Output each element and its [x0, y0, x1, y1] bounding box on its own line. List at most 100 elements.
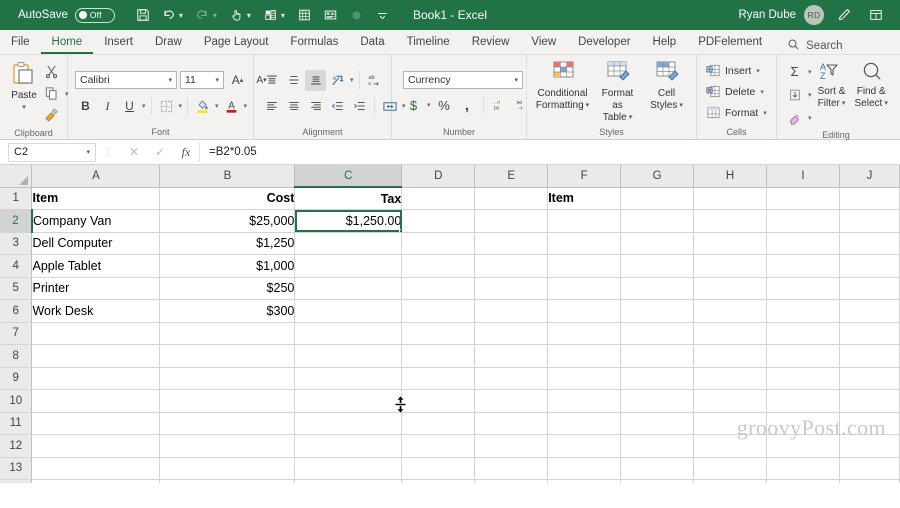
align-left-icon[interactable]	[261, 96, 282, 117]
sort-filter-button[interactable]: A Z Sort & Filter ▾	[814, 60, 850, 111]
row-header-8[interactable]: 8	[0, 344, 33, 368]
formula-input[interactable]: =B2*0.05	[199, 142, 898, 162]
cell-j2[interactable]	[839, 209, 900, 233]
cell-c2[interactable]: $1,250.00	[294, 209, 403, 233]
increase-indent-icon[interactable]	[349, 96, 370, 117]
cell-f10[interactable]	[547, 389, 622, 413]
tab-home[interactable]: Home	[40, 31, 94, 54]
cell-c6[interactable]	[294, 299, 403, 323]
enter-icon[interactable]: ✓	[147, 142, 173, 162]
cell-a7[interactable]	[31, 322, 161, 345]
cell-e8[interactable]	[474, 344, 549, 368]
comma-style-icon[interactable]: ,	[457, 95, 478, 116]
undo-dropdown-icon[interactable]: ▾	[179, 11, 189, 20]
cell-d5[interactable]	[401, 277, 476, 300]
cell-a8[interactable]	[31, 344, 161, 368]
increase-font-size-icon[interactable]: A ▴	[227, 70, 248, 91]
search-box[interactable]: Search	[787, 38, 843, 54]
tab-help[interactable]: Help	[642, 31, 688, 54]
cell-a5[interactable]: Printer	[31, 277, 161, 300]
cell-j10[interactable]	[839, 389, 900, 413]
cell-c9[interactable]	[294, 367, 403, 390]
cell-j14[interactable]	[839, 479, 900, 483]
increase-decimal-icon[interactable]: ←0.00	[489, 95, 510, 116]
format-painter-icon[interactable]	[41, 105, 62, 126]
tab-view[interactable]: View	[520, 31, 567, 54]
pen-icon[interactable]	[832, 3, 856, 27]
row-header-6[interactable]: 6	[0, 299, 33, 323]
cell-b7[interactable]	[159, 322, 296, 345]
cell-d11[interactable]	[401, 412, 476, 435]
cell-h7[interactable]	[693, 322, 768, 345]
cell-g5[interactable]	[620, 277, 695, 300]
cell-h14[interactable]	[693, 479, 768, 483]
font-color-dropdown-icon[interactable]: ▾	[243, 102, 249, 110]
cell-f12[interactable]	[547, 434, 622, 458]
tab-timeline[interactable]: Timeline	[396, 31, 461, 54]
tab-draw[interactable]: Draw	[144, 31, 193, 54]
decrease-indent-icon[interactable]	[327, 96, 348, 117]
cell-e13[interactable]	[474, 457, 549, 480]
cell-h6[interactable]	[693, 299, 768, 323]
orientation-icon[interactable]: a	[327, 70, 348, 91]
table-icon[interactable]	[293, 3, 317, 27]
cell-a2[interactable]: Company Van	[31, 209, 161, 233]
percent-style-icon[interactable]: %	[434, 95, 455, 116]
top-align-icon[interactable]	[261, 70, 282, 91]
row-header-13[interactable]: 13	[0, 457, 33, 480]
cell-f1[interactable]: Item	[547, 187, 622, 210]
cell-c14[interactable]	[294, 479, 403, 483]
clear-icon[interactable]	[784, 107, 805, 128]
form-icon[interactable]	[319, 3, 343, 27]
cancel-icon[interactable]: ✕	[121, 142, 147, 162]
cell-j9[interactable]	[839, 367, 900, 390]
cell-a4[interactable]: Apple Tablet	[31, 254, 161, 278]
number-format-combo[interactable]: Currency ▾	[403, 70, 523, 89]
cell-g11[interactable]	[620, 412, 695, 435]
cell-i13[interactable]	[766, 457, 840, 480]
cell-f9[interactable]	[547, 367, 622, 390]
insert-dropdown-icon[interactable]: ▾	[755, 67, 761, 75]
row-header-3[interactable]: 3	[0, 232, 33, 255]
cell-i9[interactable]	[766, 367, 840, 390]
cell-i5[interactable]	[766, 277, 840, 300]
row-header-7[interactable]: 7	[0, 322, 33, 345]
cell-e11[interactable]	[474, 412, 549, 435]
cell-e1[interactable]	[474, 187, 549, 210]
cell-i2[interactable]	[766, 209, 840, 233]
row-header-2[interactable]: 2	[0, 209, 33, 233]
underline-icon[interactable]: U	[119, 96, 140, 117]
column-header-f[interactable]: F	[547, 165, 622, 188]
cell-c5[interactable]	[294, 277, 403, 300]
cell-i7[interactable]	[766, 322, 840, 345]
cell-c4[interactable]	[294, 254, 403, 278]
copy-icon[interactable]	[41, 83, 62, 104]
cell-b11[interactable]	[159, 412, 296, 435]
cell-g12[interactable]	[620, 434, 695, 458]
cell-h11[interactable]	[693, 412, 768, 435]
underline-dropdown-icon[interactable]: ▾	[141, 102, 147, 110]
column-header-c[interactable]: C	[294, 165, 403, 188]
paste-button[interactable]: Paste ▾	[7, 60, 41, 115]
cell-i6[interactable]	[766, 299, 840, 323]
cell-c1[interactable]: Tax	[294, 187, 403, 210]
touch-mode-icon[interactable]	[225, 3, 249, 27]
cell-b1[interactable]: Cost	[159, 187, 296, 210]
touch-mode-dropdown-icon[interactable]: ▾	[247, 11, 257, 20]
cell-f5[interactable]	[547, 277, 622, 300]
row-header-11[interactable]: 11	[0, 412, 33, 435]
cell-a9[interactable]	[31, 367, 161, 390]
cell-h5[interactable]	[693, 277, 768, 300]
cell-f7[interactable]	[547, 322, 622, 345]
cell-f11[interactable]	[547, 412, 622, 435]
cell-i1[interactable]	[766, 187, 840, 210]
cell-f2[interactable]	[547, 209, 622, 233]
clear-dropdown-icon[interactable]: ▾	[807, 114, 813, 122]
cell-j11[interactable]	[839, 412, 900, 435]
cell-h3[interactable]	[693, 232, 768, 255]
fill-color-icon[interactable]	[192, 96, 213, 117]
borders-icon[interactable]	[156, 96, 177, 117]
cell-j5[interactable]	[839, 277, 900, 300]
autosum-icon[interactable]: Σ	[784, 61, 805, 82]
cell-c10[interactable]	[294, 389, 403, 413]
